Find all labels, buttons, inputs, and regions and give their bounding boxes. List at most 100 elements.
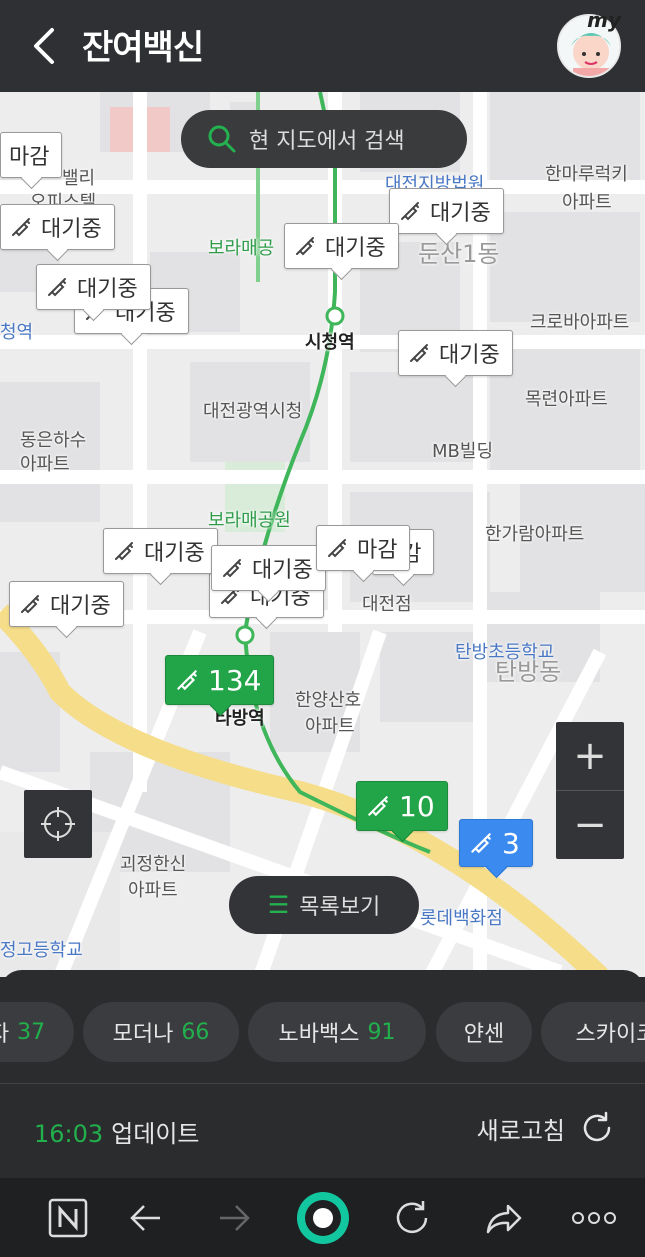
- map-label: 정고등학교: [0, 940, 83, 961]
- chip-count: 66: [181, 1019, 210, 1045]
- browser-toolbar: [0, 1178, 645, 1257]
- marker-status: 마감: [9, 145, 50, 170]
- chip-label: 얀센: [463, 1022, 505, 1047]
- map-label: 아파트: [128, 880, 178, 901]
- map-label: 한가람아파트: [485, 524, 585, 545]
- syringe-icon: [112, 539, 136, 563]
- vaccine-marker[interactable]: 대기중: [9, 581, 124, 627]
- map-label: 아파트: [20, 454, 70, 475]
- syringe-icon: [407, 341, 431, 365]
- vaccine-marker[interactable]: 대기중: [36, 264, 151, 310]
- chip-label: 모더나: [112, 1022, 174, 1047]
- syringe-icon: [9, 215, 33, 239]
- marker-status: 마감: [357, 538, 398, 563]
- map-label: 밸리: [62, 168, 96, 189]
- syringe-icon: [365, 793, 391, 819]
- search-icon: [208, 125, 236, 153]
- vaccine-marker[interactable]: 마감: [316, 525, 411, 571]
- vaccine-marker[interactable]: 대기중: [103, 528, 218, 574]
- marker-status: 대기중: [430, 201, 491, 226]
- marker-status: 대기중: [77, 277, 138, 302]
- marker-count: 134: [208, 663, 262, 697]
- search-label: 현 지도에서 검색: [249, 129, 405, 154]
- syringe-icon: [325, 536, 349, 560]
- zoom-in-button[interactable]: +: [556, 722, 624, 790]
- chip-count: 37: [17, 1019, 46, 1045]
- refresh-icon: [583, 1111, 611, 1142]
- vaccine-marker[interactable]: 마감: [0, 132, 63, 178]
- syringe-icon: [174, 667, 200, 693]
- marker-status: 대기중: [439, 343, 500, 368]
- marker-status: 대기중: [252, 558, 313, 583]
- map-label: 롯데백화점: [420, 908, 503, 929]
- chip-vaccine[interactable]: 자 37: [0, 1002, 74, 1062]
- map-label: 시청역: [305, 332, 355, 353]
- vaccine-marker-available[interactable]: 134: [165, 655, 275, 705]
- forward-arrow-icon[interactable]: [194, 1178, 274, 1257]
- update-time: 16:03: [34, 1120, 104, 1148]
- syringe-icon: [220, 556, 244, 580]
- naver-icon[interactable]: [28, 1178, 108, 1257]
- vaccine-marker[interactable]: 대기중: [389, 188, 504, 234]
- marker-count: 3: [502, 826, 520, 860]
- chip-label: 노바백스: [278, 1022, 360, 1047]
- divider: [0, 1083, 645, 1084]
- map-label: 목련아파트: [525, 389, 608, 410]
- current-location-button[interactable]: [24, 790, 92, 858]
- share-icon[interactable]: [464, 1178, 544, 1257]
- list-view-button[interactable]: ☰ 목록보기: [229, 876, 419, 934]
- map-label: 크로바아파트: [530, 312, 630, 333]
- vaccine-marker[interactable]: 대기중: [211, 545, 326, 591]
- chip-skycovione[interactable]: 스카이코: [541, 1002, 645, 1062]
- my-badge: my: [587, 8, 621, 32]
- page-title: 잔여백신: [82, 28, 204, 68]
- back-arrow-icon[interactable]: [106, 1178, 186, 1257]
- map-label: 보라매공: [208, 238, 275, 259]
- marker-status: 대기중: [41, 217, 102, 242]
- back-icon[interactable]: [26, 22, 66, 70]
- map-label: 대전점: [362, 594, 412, 615]
- chip-janssen[interactable]: 얀센: [436, 1002, 532, 1062]
- search-current-map-button[interactable]: 현 지도에서 검색: [181, 110, 467, 168]
- chip-count: 91: [367, 1019, 396, 1045]
- map-view[interactable]: 대전지방법원 한마루럭키 아파트 보라매공 둔산1동 크로바아파트 시청역 목련…: [0, 92, 645, 977]
- vaccine-marker[interactable]: 대기중: [284, 223, 399, 269]
- list-icon: ☰: [267, 891, 290, 919]
- update-status: 16:03 업데이트: [34, 1114, 200, 1149]
- syringe-icon: [398, 199, 422, 223]
- reload-icon[interactable]: [372, 1178, 452, 1257]
- map-label: 괴정한신: [120, 854, 187, 875]
- map-label: 한양산호: [295, 690, 362, 711]
- map-label: 한마루럭키: [545, 164, 628, 185]
- app-header: 잔여백신 my: [0, 0, 645, 92]
- vaccine-marker-selected[interactable]: 3: [459, 819, 533, 867]
- chip-moderna[interactable]: 모더나 66: [83, 1002, 239, 1062]
- update-label: 업데이트: [111, 1120, 200, 1148]
- map-label: 청역: [0, 322, 34, 343]
- chip-label: 자: [0, 1016, 9, 1048]
- home-circle-icon[interactable]: [283, 1178, 363, 1257]
- crosshair-icon: [41, 807, 75, 841]
- zoom-out-button[interactable]: −: [556, 791, 624, 859]
- map-label: 아파트: [305, 716, 355, 737]
- syringe-icon: [293, 234, 317, 258]
- syringe-icon: [18, 592, 42, 616]
- map-label: 동은하수: [20, 430, 87, 451]
- map-label: 아파트: [562, 192, 612, 213]
- syringe-icon: [468, 830, 494, 856]
- refresh-button[interactable]: 새로고침: [477, 1110, 615, 1146]
- more-icon[interactable]: [554, 1178, 634, 1257]
- vaccine-marker[interactable]: 대기중: [398, 330, 513, 376]
- map-label: 대전광역시청: [203, 401, 303, 422]
- syringe-icon: [45, 275, 69, 299]
- vaccine-marker[interactable]: 대기중: [0, 204, 115, 250]
- map-label: MB빌딩: [432, 441, 493, 462]
- list-view-label: 목록보기: [299, 895, 381, 920]
- map-label: 둔산1동: [418, 240, 500, 268]
- vaccine-marker-available[interactable]: 10: [356, 781, 448, 831]
- marker-count: 10: [399, 789, 435, 823]
- vaccine-filter-chips: 자 37 모더나 66 노바백스 91 얀센 스카이코: [0, 1002, 645, 1062]
- refresh-label: 새로고침: [476, 1116, 565, 1145]
- chip-novavax[interactable]: 노바백스 91: [248, 1002, 426, 1062]
- zoom-controls: + −: [556, 722, 624, 859]
